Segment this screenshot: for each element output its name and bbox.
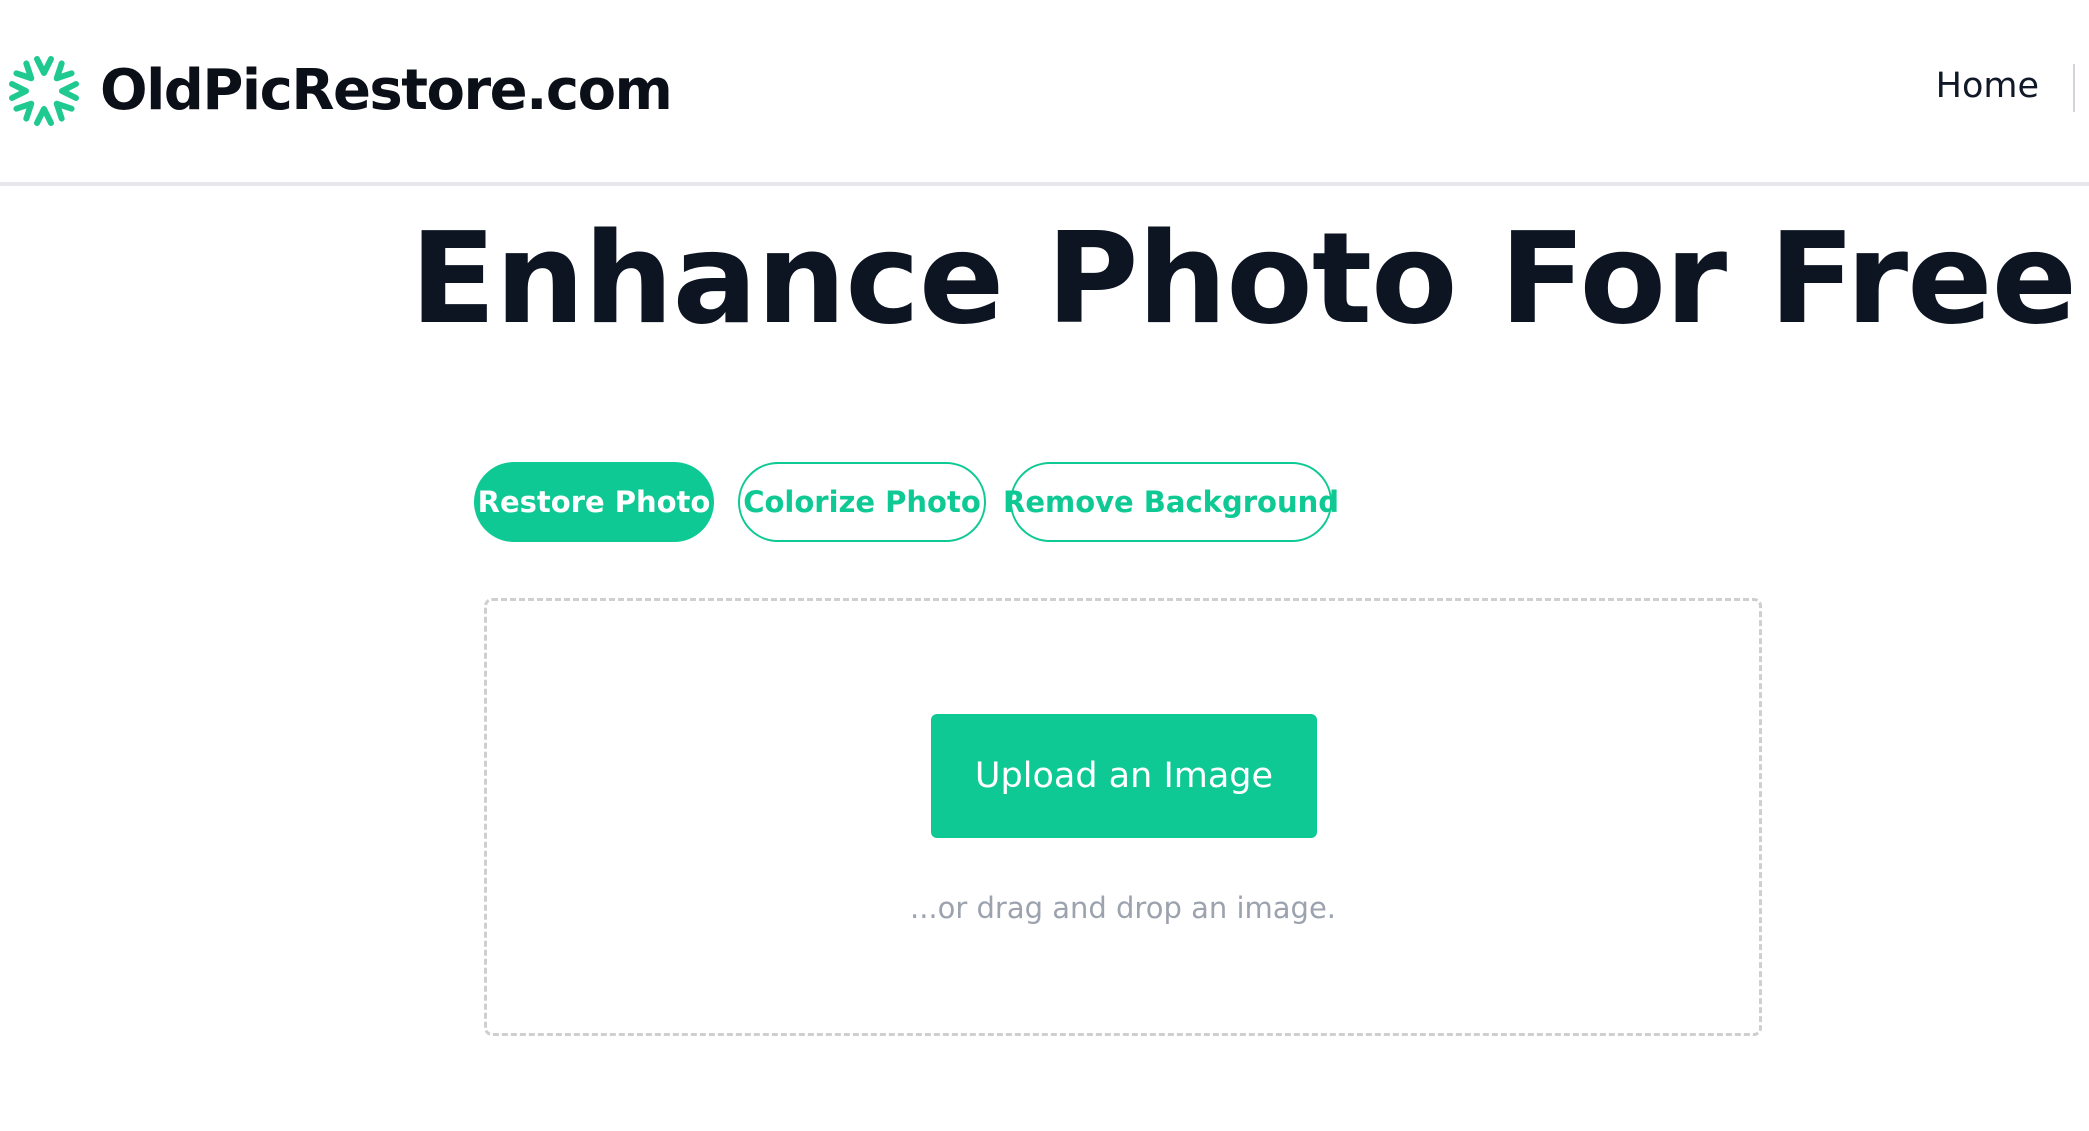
drag-drop-hint: ...or drag and drop an image. bbox=[909, 891, 1337, 925]
logo-ray bbox=[13, 100, 35, 122]
nav-divider bbox=[2073, 64, 2075, 112]
upload-image-button[interactable]: Upload an Image bbox=[931, 714, 1317, 838]
logo-ray bbox=[59, 81, 79, 101]
logo-ray bbox=[53, 100, 75, 122]
logo-ray bbox=[13, 60, 35, 82]
tab-remove-background[interactable]: Remove Background bbox=[1003, 462, 1339, 542]
tab-colorize-photo[interactable]: Colorize Photo bbox=[738, 462, 986, 542]
tab-restore-photo[interactable]: Restore Photo bbox=[474, 462, 714, 542]
image-dropzone[interactable]: Upload an Image ...or drag and drop an i… bbox=[484, 598, 1762, 1036]
page: OldPicRestore.com Home Enhance Photo For… bbox=[0, 0, 2089, 1131]
nav-home-link[interactable]: Home bbox=[1936, 66, 2039, 106]
logo-ray bbox=[9, 81, 29, 101]
site-name: OldPicRestore.com bbox=[100, 58, 673, 123]
logo-ray bbox=[34, 56, 54, 76]
logo-link[interactable]: OldPicRestore.com bbox=[4, 48, 673, 134]
logo-ray bbox=[34, 106, 54, 126]
sunburst-logo-icon bbox=[9, 56, 79, 126]
site-header: OldPicRestore.com Home bbox=[0, 0, 2089, 186]
page-title: Enhance Photo For Free bbox=[410, 205, 2077, 352]
logo-ray bbox=[53, 60, 75, 82]
